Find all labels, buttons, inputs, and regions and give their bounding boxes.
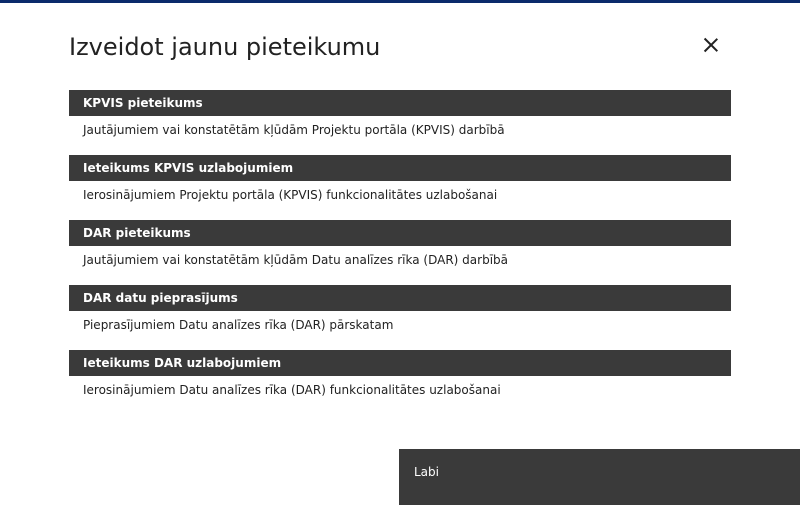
option-header: Ieteikums KPVIS uzlabojumiem [69,155,731,181]
option-dar-data-request[interactable]: DAR datu pieprasījums Pieprasījumiem Dat… [69,285,731,350]
create-request-dialog: Izveidot jaunu pieteikumu KPVIS pieteiku… [0,0,800,505]
option-header: DAR pieteikums [69,220,731,246]
option-header: Ieteikums DAR uzlabojumiem [69,350,731,376]
option-kpvis-request[interactable]: KPVIS pieteikums Jautājumiem vai konstat… [69,90,731,155]
option-description: Pieprasījumiem Datu analīzes rīka (DAR) … [83,318,394,332]
option-dar-improvement[interactable]: Ieteikums DAR uzlabojumiem Ierosinājumie… [69,350,731,415]
option-description: Ierosinājumiem Datu analīzes rīka (DAR) … [83,383,501,397]
close-icon[interactable] [698,33,724,59]
option-header: DAR datu pieprasījums [69,285,731,311]
dialog-title: Izveidot jaunu pieteikumu [69,33,381,61]
option-description: Jautājumiem vai konstatētām kļūdām Datu … [83,253,509,267]
ok-button[interactable]: Labi [399,449,800,505]
ok-button-label: Labi [414,465,439,479]
option-description: Jautājumiem vai konstatētām kļūdām Proje… [83,123,505,137]
option-kpvis-improvement[interactable]: Ieteikums KPVIS uzlabojumiem Ierosinājum… [69,155,731,220]
option-header: KPVIS pieteikums [69,90,731,116]
option-dar-request[interactable]: DAR pieteikums Jautājumiem vai konstatēt… [69,220,731,285]
request-type-list: KPVIS pieteikums Jautājumiem vai konstat… [69,90,731,415]
option-description: Ierosinājumiem Projektu portāla (KPVIS) … [83,188,498,202]
